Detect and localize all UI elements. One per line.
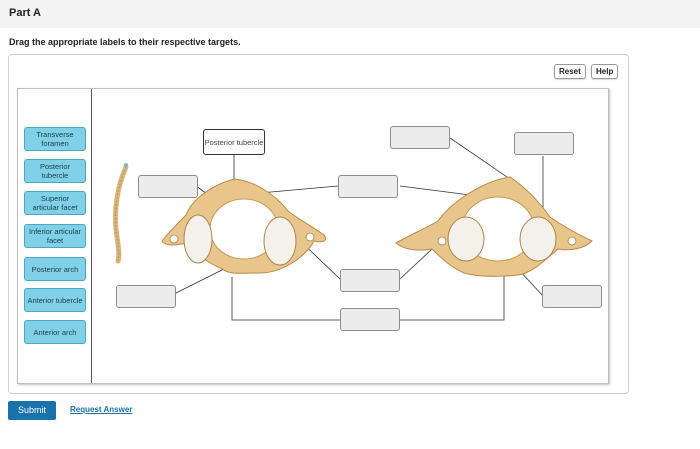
instruction-text: Drag the appropriate labels to their res… <box>9 37 241 47</box>
spine-icon <box>113 163 129 264</box>
request-answer-link[interactable]: Request Answer <box>70 405 132 414</box>
drop-target[interactable] <box>390 126 450 149</box>
drop-target[interactable] <box>514 132 574 155</box>
drag-drop-workspace: Transverse foramen Posterior tubercle Su… <box>17 88 609 384</box>
part-header: Part A <box>0 0 700 28</box>
question-panel: Reset Help Transverse foramen Posterior … <box>8 54 629 394</box>
part-title: Part A <box>9 7 41 19</box>
leader-line <box>167 266 229 298</box>
drop-target[interactable] <box>338 175 398 198</box>
drop-target[interactable] <box>138 175 198 198</box>
reset-button[interactable]: Reset <box>554 64 586 79</box>
help-button[interactable]: Help <box>591 64 619 79</box>
drop-target[interactable] <box>542 285 602 308</box>
leader-line <box>449 137 511 180</box>
drop-target[interactable] <box>116 285 176 308</box>
drop-target[interactable] <box>340 308 400 331</box>
atlas-right-illustration <box>395 176 593 277</box>
placed-label-posterior-tubercle[interactable]: Posterior tubercle <box>203 129 265 155</box>
drop-target[interactable] <box>340 269 400 292</box>
submit-button[interactable]: Submit <box>8 401 56 420</box>
